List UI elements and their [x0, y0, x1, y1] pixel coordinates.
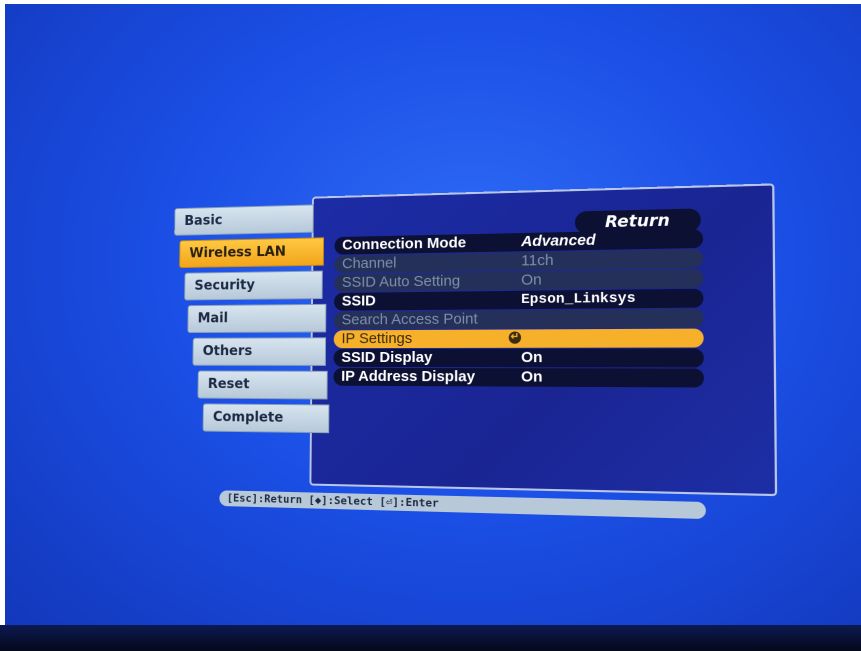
- setting-ssid-display[interactable]: SSID Display On: [333, 348, 704, 368]
- tab-complete[interactable]: Complete: [202, 403, 330, 434]
- setting-label: IP Settings: [341, 329, 413, 348]
- settings-list: Connection Mode Advanced Channel 11ch SS…: [333, 229, 705, 388]
- setting-label: Connection Mode: [342, 234, 467, 254]
- setting-value: On: [521, 271, 542, 289]
- setting-label: Channel: [342, 254, 397, 273]
- setting-label: IP Address Display: [341, 367, 476, 386]
- tab-reset[interactable]: Reset: [197, 370, 328, 400]
- setting-ip-address-display[interactable]: IP Address Display On: [333, 367, 705, 388]
- setting-label: SSID Display: [341, 348, 433, 367]
- setting-value: Advanced: [521, 231, 596, 251]
- setting-ip-settings[interactable]: IP Settings ↵: [333, 328, 704, 349]
- setting-label: SSID: [341, 292, 376, 310]
- enter-icon: ↵: [508, 331, 522, 344]
- tab-others[interactable]: Others: [192, 337, 327, 366]
- projector-network-menu: Basic Wireless LAN Security Mail Others …: [170, 183, 781, 535]
- tab-basic[interactable]: Basic: [174, 204, 314, 236]
- tab-mail[interactable]: Mail: [187, 303, 327, 334]
- setting-value: 11ch: [521, 251, 554, 270]
- setting-label: Search Access Point: [341, 310, 478, 329]
- setting-label: SSID Auto Setting: [341, 272, 461, 291]
- setting-value: On: [521, 348, 543, 367]
- menu-tabs: Basic Wireless LAN Security Mail Others …: [171, 204, 330, 438]
- help-bar: [Esc]:Return [◆]:Select [⏎]:Enter: [219, 490, 706, 520]
- tab-security[interactable]: Security: [184, 270, 323, 301]
- setting-value: On: [521, 368, 543, 386]
- tab-wireless-lan[interactable]: Wireless LAN: [179, 237, 325, 269]
- setting-ssid[interactable]: SSID Epson_Linksys: [334, 288, 704, 311]
- setting-search-access-point: Search Access Point: [333, 308, 704, 330]
- room-floor: [0, 625, 861, 651]
- setting-value: Epson_Linksys: [521, 290, 636, 309]
